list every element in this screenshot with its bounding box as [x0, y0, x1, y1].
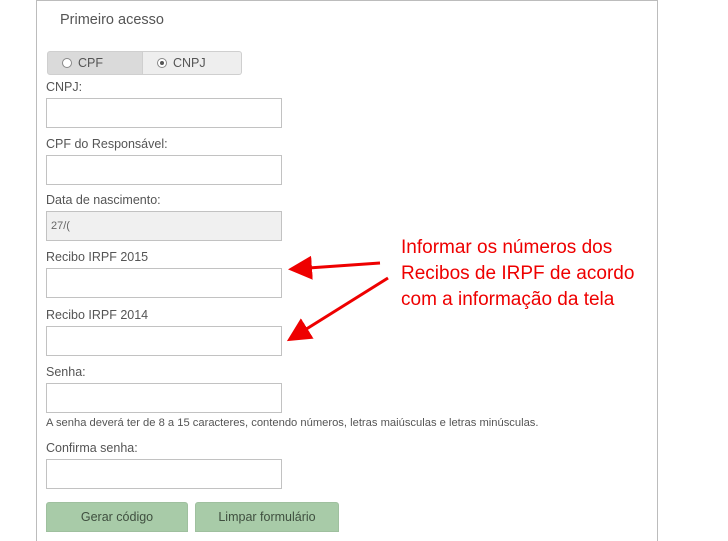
annotation-line-1: Informar os números dos: [401, 237, 613, 258]
annotation-line-3: com a informação da tela: [401, 289, 615, 310]
arrow-to-recibo-2014: [286, 276, 389, 342]
arrow-to-recibo-2015: [288, 255, 381, 280]
annotation-text: Informar os números dos Recibos de IRPF …: [401, 235, 634, 313]
annotation-line-2: Recibos de IRPF de acordo: [401, 263, 635, 284]
